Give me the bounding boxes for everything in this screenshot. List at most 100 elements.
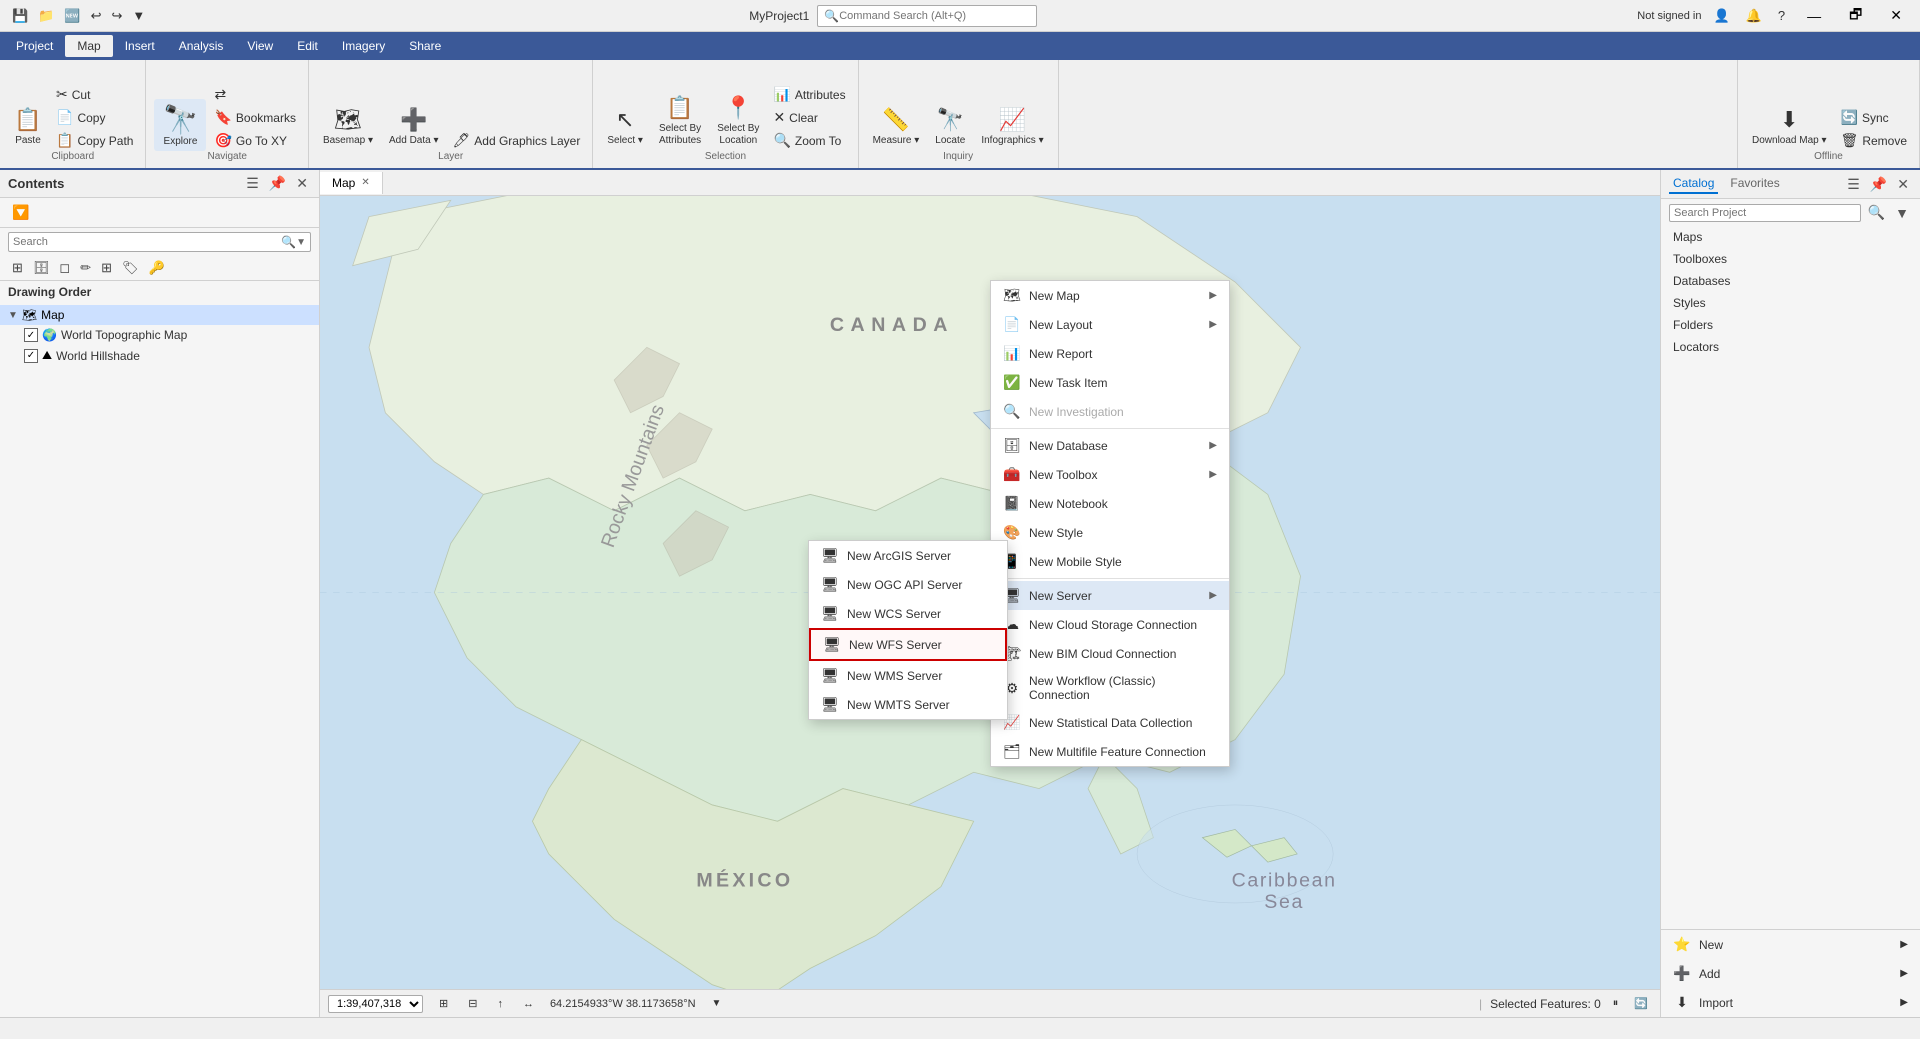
undo-button[interactable]: ↩ bbox=[87, 6, 106, 26]
new-report-item[interactable]: 📊 New Report bbox=[991, 339, 1229, 368]
zoom-to-button[interactable]: 🔍 Zoom To bbox=[769, 130, 849, 151]
world-hillshade-item[interactable]: ✓ ⛰ World Hillshade bbox=[0, 345, 319, 366]
pause-button[interactable]: ⏸ bbox=[1609, 995, 1623, 1012]
right-panel-close[interactable]: ✕ bbox=[1894, 175, 1912, 194]
catalog-item-databases[interactable]: Databases bbox=[1661, 270, 1920, 292]
new-action-item[interactable]: ⭐ New ▶ bbox=[1661, 930, 1920, 959]
world-topographic-item[interactable]: ✓ 🌍 World Topographic Map bbox=[0, 325, 319, 345]
maximize-button[interactable]: 🗗 bbox=[1839, 0, 1872, 32]
menu-tab-project[interactable]: Project bbox=[4, 35, 65, 57]
contents-search-dropdown[interactable]: ▼ bbox=[296, 237, 306, 248]
new-toolbox-item[interactable]: 🧰 New Toolbox ▶ bbox=[991, 460, 1229, 489]
paste-button[interactable]: 📋 Paste bbox=[8, 103, 48, 151]
new-cloud-storage-item[interactable]: ☁ New Cloud Storage Connection bbox=[991, 610, 1229, 639]
user-button[interactable]: 👤 bbox=[1710, 6, 1734, 26]
new-notebook-item[interactable]: 📓 New Notebook bbox=[991, 489, 1229, 518]
layer-btn-4[interactable]: ✏ bbox=[76, 258, 95, 278]
new-server-item[interactable]: 🖥 New Server ▶ bbox=[991, 581, 1229, 610]
catalog-tab[interactable]: Catalog bbox=[1669, 174, 1718, 194]
close-button[interactable]: ✕ bbox=[1880, 3, 1912, 28]
right-panel-menu[interactable]: ☰ bbox=[1844, 175, 1863, 194]
contents-menu-button[interactable]: ☰ bbox=[243, 174, 262, 193]
new-bim-cloud-item[interactable]: 🏗 New BIM Cloud Connection bbox=[991, 639, 1229, 668]
right-panel-pin[interactable]: 📌 bbox=[1867, 175, 1890, 194]
menu-tab-imagery[interactable]: Imagery bbox=[330, 35, 397, 57]
scale-select[interactable]: 1:39,407,318 bbox=[328, 995, 423, 1013]
command-search-box[interactable]: 🔍 bbox=[817, 5, 1037, 27]
new-arcgis-server-item[interactable]: 🖥 New ArcGIS Server bbox=[809, 541, 1007, 570]
catalog-item-locators[interactable]: Locators bbox=[1661, 336, 1920, 358]
new-mobile-style-item[interactable]: 📱 New Mobile Style bbox=[991, 547, 1229, 576]
menu-tab-insert[interactable]: Insert bbox=[113, 35, 167, 57]
cut-button[interactable]: ✂ Cut bbox=[52, 84, 137, 105]
new-dropdown[interactable]: 🗺 New Map ▶ 📄 New Layout ▶ 📊 New Report … bbox=[990, 280, 1230, 767]
bookmarks-button[interactable]: 🔖 Bookmarks bbox=[210, 107, 299, 128]
navigate-arrows[interactable]: ⇄ bbox=[210, 84, 299, 105]
redo-button[interactable]: ↪ bbox=[107, 6, 126, 26]
layer-btn-5[interactable]: ⊞ bbox=[97, 258, 116, 278]
world-topographic-checkbox[interactable]: ✓ bbox=[24, 328, 38, 342]
new-style-item[interactable]: 🎨 New Style bbox=[991, 518, 1229, 547]
favorites-tab[interactable]: Favorites bbox=[1726, 174, 1783, 194]
refresh-button[interactable]: 🔄 bbox=[1630, 995, 1652, 1012]
contents-close-button[interactable]: ✕ bbox=[293, 174, 311, 193]
add-graphics-button[interactable]: 🖊 Add Graphics Layer bbox=[449, 130, 585, 151]
layer-btn-7[interactable]: 🔑 bbox=[145, 258, 169, 278]
new-map-item[interactable]: 🗺 New Map ▶ bbox=[991, 281, 1229, 310]
attributes-button[interactable]: 📊 Attributes bbox=[769, 84, 849, 105]
map-tab-close[interactable]: ✕ bbox=[361, 177, 369, 188]
menu-tab-view[interactable]: View bbox=[235, 35, 285, 57]
copy-path-button[interactable]: 📋 Copy Path bbox=[52, 130, 137, 151]
catalog-item-folders[interactable]: Folders bbox=[1661, 314, 1920, 336]
contents-pin-button[interactable]: 📌 bbox=[266, 174, 289, 193]
catalog-item-styles[interactable]: Styles bbox=[1661, 292, 1920, 314]
layer-btn-6[interactable]: 🏷 bbox=[118, 258, 143, 278]
new-layout-item[interactable]: 📄 New Layout ▶ bbox=[991, 310, 1229, 339]
new-multifile-item[interactable]: 🗂 New Multifile Feature Connection bbox=[991, 737, 1229, 766]
save-button[interactable]: 💾 bbox=[8, 6, 32, 26]
infographics-button[interactable]: 📈 Infographics ▾ bbox=[975, 103, 1049, 151]
new-workflow-item[interactable]: ⚙ New Workflow (Classic) Connection bbox=[991, 668, 1229, 708]
basemap-button[interactable]: 🗺 Basemap ▾ bbox=[317, 103, 379, 151]
select-button[interactable]: ↖ Select ▾ bbox=[601, 103, 649, 151]
new-ogc-api-item[interactable]: 🖥 New OGC API Server bbox=[809, 570, 1007, 599]
menu-tab-map[interactable]: Map bbox=[65, 35, 112, 57]
new-button[interactable]: 🆕 bbox=[60, 6, 84, 26]
coord-dropdown[interactable]: ▼ bbox=[708, 996, 726, 1011]
select-by-attributes-button[interactable]: 📋 Select ByAttributes bbox=[653, 91, 707, 151]
add-action-item[interactable]: ➕ Add ▶ bbox=[1661, 959, 1920, 988]
catalog-item-maps[interactable]: Maps bbox=[1661, 226, 1920, 248]
measure-button[interactable]: 📏 Measure ▾ bbox=[867, 103, 926, 151]
locate-button[interactable]: 🔭 Locate bbox=[929, 103, 971, 151]
clear-button[interactable]: ✕ Clear bbox=[769, 107, 849, 128]
layer-btn-2[interactable]: 🗄 bbox=[29, 258, 54, 278]
new-wms-server-item[interactable]: 🖥 New WMS Server bbox=[809, 661, 1007, 690]
new-task-item[interactable]: ✅ New Task Item bbox=[991, 368, 1229, 397]
add-data-button[interactable]: ➕ Add Data ▾ bbox=[383, 103, 445, 151]
north-button[interactable]: ↑ bbox=[493, 996, 507, 1012]
new-wmts-server-item[interactable]: 🖥 New WMTS Server bbox=[809, 690, 1007, 719]
goto-xy-button[interactable]: 🎯 Go To XY bbox=[210, 130, 299, 151]
catalog-search-input[interactable] bbox=[1669, 204, 1861, 222]
menu-tab-edit[interactable]: Edit bbox=[285, 35, 330, 57]
grid-button[interactable]: ⊟ bbox=[464, 995, 481, 1012]
server-submenu[interactable]: 🖥 New ArcGIS Server 🖥 New OGC API Server… bbox=[808, 540, 1008, 720]
new-database-item[interactable]: 🗄 New Database ▶ bbox=[991, 431, 1229, 460]
sync-button[interactable]: 🔄 Sync bbox=[1837, 107, 1911, 128]
menu-tab-analysis[interactable]: Analysis bbox=[167, 35, 236, 57]
map-tab[interactable]: Map ✕ bbox=[320, 172, 383, 194]
map-layer-item[interactable]: ▼ 🗺 Map bbox=[0, 305, 319, 325]
menu-tab-share[interactable]: Share bbox=[397, 35, 453, 57]
catalog-item-toolboxes[interactable]: Toolboxes bbox=[1661, 248, 1920, 270]
select-by-location-button[interactable]: 📍 Select ByLocation bbox=[711, 91, 765, 151]
notification-button[interactable]: 🔔 bbox=[1742, 6, 1766, 26]
new-wfs-server-item[interactable]: 🖥 New WFS Server bbox=[809, 628, 1007, 661]
help-button[interactable]: ? bbox=[1774, 6, 1789, 25]
catalog-search-options[interactable]: ▼ bbox=[1892, 204, 1912, 222]
world-hillshade-checkbox[interactable]: ✓ bbox=[24, 349, 38, 363]
copy-button[interactable]: 📄 Copy bbox=[52, 107, 137, 128]
scale-lock-button[interactable]: ⊞ bbox=[435, 995, 452, 1012]
explore-button[interactable]: 🔭 Explore bbox=[154, 99, 206, 151]
catalog-search-button[interactable]: 🔍 bbox=[1865, 203, 1888, 222]
remove-button[interactable]: 🗑 Remove bbox=[1837, 130, 1911, 151]
